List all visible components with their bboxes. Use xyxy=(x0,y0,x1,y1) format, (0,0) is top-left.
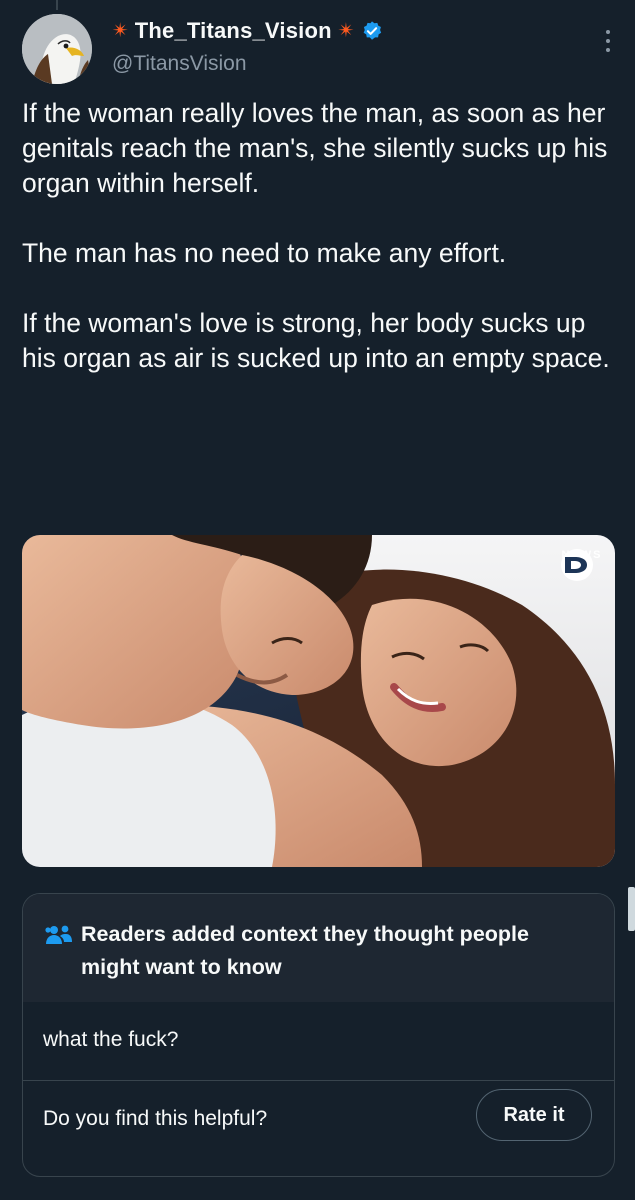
verified-badge-icon xyxy=(363,21,381,40)
author-display-name[interactable]: The_Titans_Vision xyxy=(135,18,332,44)
people-icon xyxy=(45,925,72,944)
community-note-footer: Do you find this helpful? Rate it xyxy=(23,1081,614,1176)
tweet-paragraph: If the woman really loves the man, as so… xyxy=(22,98,608,198)
community-note: Readers added context they thought peopl… xyxy=(22,893,615,1177)
more-options-icon[interactable] xyxy=(603,30,613,52)
eagle-avatar-image xyxy=(22,14,92,84)
news-logo: NEWS xyxy=(559,547,605,581)
community-note-title: Readers added context they thought peopl… xyxy=(81,922,529,979)
community-note-text: what the fuck? xyxy=(43,1028,179,1051)
avatar[interactable] xyxy=(22,14,92,84)
burst-icon: ✴ xyxy=(112,20,129,42)
tweet-paragraph: If the woman's love is strong, her body … xyxy=(22,308,610,373)
community-note-body: what the fuck? xyxy=(23,1002,614,1081)
author-name-row[interactable]: ✴ The_Titans_Vision ✴ xyxy=(112,18,383,44)
burst-icon: ✴ xyxy=(337,20,355,42)
community-note-header: Readers added context they thought peopl… xyxy=(23,894,614,1002)
tweet-text: If the woman really loves the man, as so… xyxy=(22,96,622,376)
helpful-question: Do you find this helpful? xyxy=(43,1107,268,1130)
tweet-media-image[interactable]: NEWS xyxy=(22,535,615,867)
author-handle[interactable]: @TitansVision xyxy=(112,52,247,76)
photo-illustration xyxy=(22,535,615,867)
tweet-paragraph: The man has no need to make any effort. xyxy=(22,238,507,268)
rate-it-button[interactable]: Rate it xyxy=(476,1089,592,1141)
scrollbar[interactable] xyxy=(628,887,635,931)
thread-connector xyxy=(56,0,58,10)
discovery-d-logo-icon xyxy=(561,549,593,581)
